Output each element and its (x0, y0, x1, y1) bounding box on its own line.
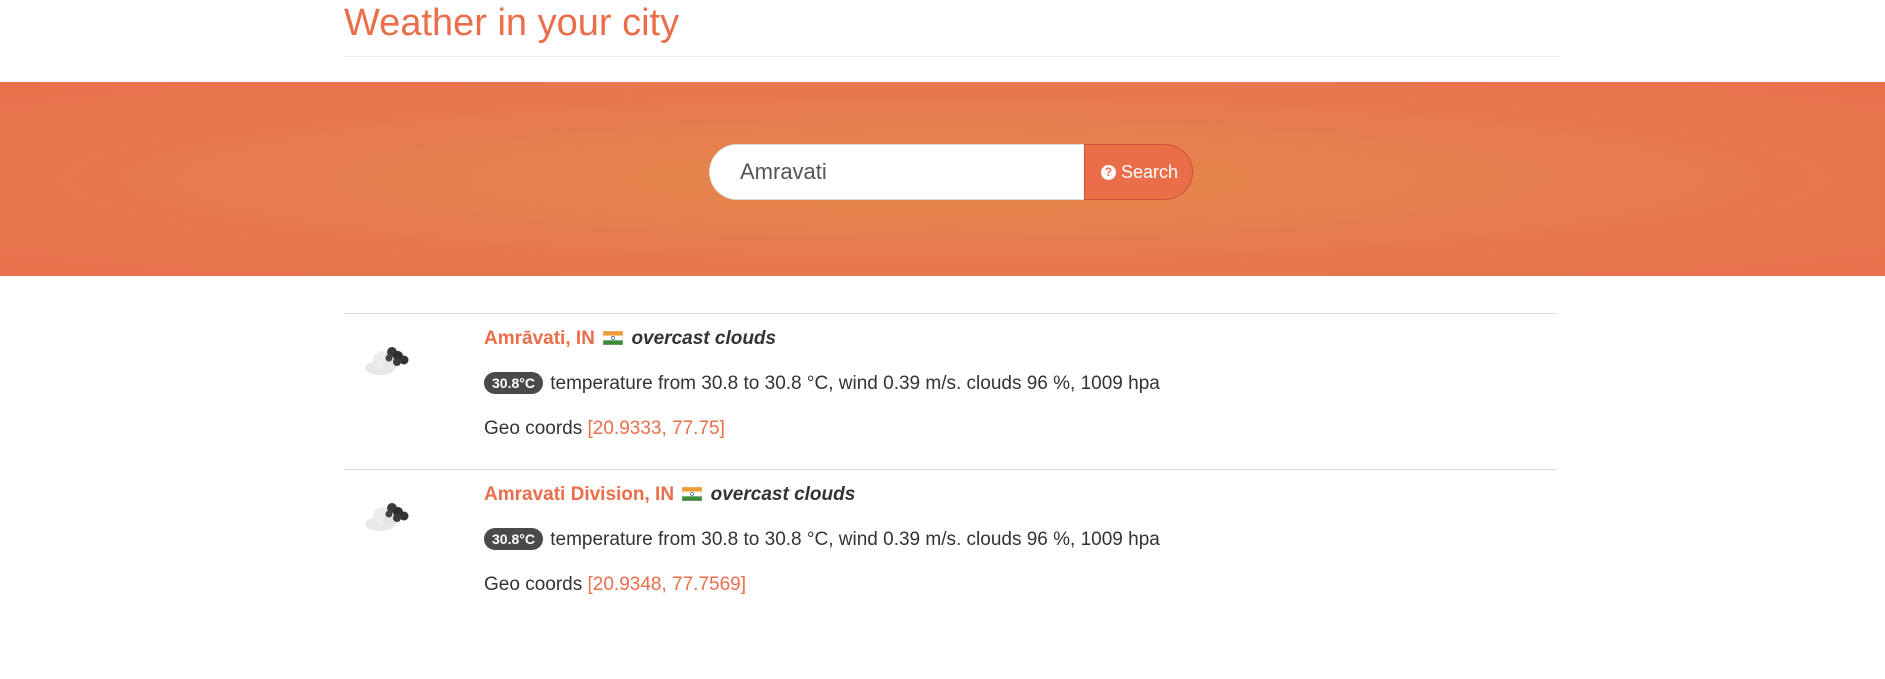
search-button[interactable]: ? Search (1084, 144, 1193, 200)
geo-line: Geo coords [20.9333, 77.75] (484, 416, 1557, 442)
weather-summary: 30.8°C temperature from 30.8 to 30.8 °C,… (484, 371, 1557, 397)
title-divider (344, 56, 1560, 57)
result-details: Amravati Division, IN overcast clouds 30… (484, 482, 1557, 598)
geo-label: Geo coords (484, 574, 583, 595)
weather-details: temperature from 30.8 to 30.8 °C, wind 0… (550, 529, 1160, 550)
geo-label: Geo coords (484, 418, 583, 439)
weather-description: overcast clouds (631, 328, 777, 349)
overcast-clouds-icon (365, 347, 409, 375)
result-heading: Amrāvati, IN overcast clouds (484, 326, 1557, 352)
page-title: Weather in your city (344, 2, 680, 44)
geo-coords-link[interactable]: [20.9348, 77.7569] (588, 574, 746, 595)
city-link[interactable]: Amrāvati, IN (484, 328, 595, 349)
search-form: ? Search (709, 144, 1193, 200)
result-heading: Amravati Division, IN overcast clouds (484, 482, 1557, 508)
result-details: Amrāvati, IN overcast clouds 30.8°C temp… (484, 326, 1557, 442)
result-item: Amrāvati, IN overcast clouds 30.8°C temp… (344, 313, 1557, 469)
india-flag-icon (603, 331, 624, 345)
search-button-label: Search (1120, 161, 1179, 182)
header: Weather in your city (344, 0, 1560, 57)
question-circle-icon: ? (1100, 164, 1116, 180)
results-list: Amrāvati, IN overcast clouds 30.8°C temp… (344, 313, 1557, 625)
geo-coords-link[interactable]: [20.9333, 77.75] (588, 418, 725, 439)
search-banner: ? Search (0, 82, 1885, 276)
temperature-badge: 30.8°C (484, 372, 543, 394)
overcast-clouds-icon (365, 503, 409, 531)
search-input[interactable] (709, 144, 1084, 200)
city-link[interactable]: Amravati Division, IN (484, 484, 674, 505)
weather-summary: 30.8°C temperature from 30.8 to 30.8 °C,… (484, 527, 1557, 553)
geo-line: Geo coords [20.9348, 77.7569] (484, 572, 1557, 598)
weather-details: temperature from 30.8 to 30.8 °C, wind 0… (550, 373, 1160, 394)
india-flag-icon (682, 487, 703, 501)
temperature-badge: 30.8°C (484, 528, 543, 550)
result-item: Amravati Division, IN overcast clouds 30… (344, 469, 1557, 625)
weather-description: overcast clouds (710, 484, 856, 505)
